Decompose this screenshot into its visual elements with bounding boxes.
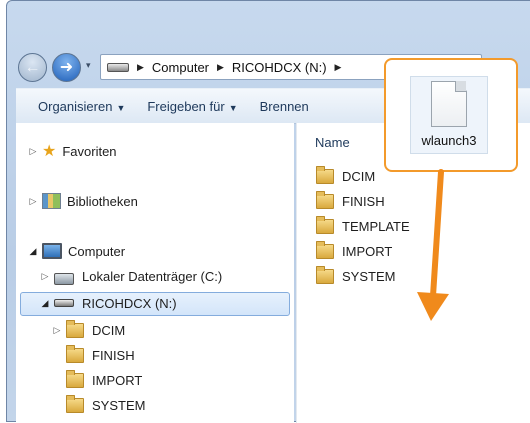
expand-icon[interactable]: ▷ (52, 325, 62, 336)
breadcrumb-separator-icon[interactable]: ▶ (335, 62, 342, 73)
chevron-down-icon: ▼ (228, 102, 238, 113)
expand-icon[interactable]: ▷ (40, 271, 50, 282)
drive-icon (107, 62, 129, 72)
list-item[interactable]: SYSTEM (316, 265, 396, 286)
dragged-file-highlight: wlaunch3 (384, 58, 518, 172)
list-item-label: SYSTEM (342, 268, 396, 284)
chevron-down-icon: ▼ (116, 102, 126, 113)
organize-menu-button[interactable]: Organisieren ▼ (38, 99, 125, 114)
library-icon (42, 193, 61, 209)
arrow-left-icon: ← (24, 58, 41, 76)
tree-item-label: Favoriten (62, 143, 117, 159)
folder-icon (66, 394, 84, 413)
expand-icon[interactable]: ▷ (28, 146, 38, 157)
folder-icon (316, 240, 334, 259)
tree-item-label: Lokaler Datenträger (C:) (82, 268, 223, 284)
folder-icon (66, 344, 84, 363)
list-item-label: DCIM (342, 168, 376, 184)
folder-icon (66, 319, 84, 338)
dragged-file-name: wlaunch3 (421, 133, 477, 148)
tree-item-ricohdcx[interactable]: ◢ RICOHDCX (N:) (40, 293, 177, 313)
breadcrumb-computer[interactable]: Computer (152, 60, 209, 75)
tree-item-finish[interactable]: FINISH (52, 344, 135, 365)
list-item[interactable]: IMPORT (316, 240, 393, 261)
folder-icon (316, 165, 334, 184)
column-header-name[interactable]: Name (315, 135, 350, 150)
organize-label: Organisieren (38, 98, 113, 114)
list-item[interactable]: FINISH (316, 190, 385, 211)
tree-item-favorites[interactable]: ▷ ★ Favoriten (28, 141, 117, 161)
tree-item-label: Computer (68, 243, 126, 259)
tree-item-label: FINISH (92, 347, 135, 363)
folder-icon (316, 215, 334, 234)
tree-item-label: RICOHDCX (N:) (82, 295, 177, 311)
list-item-label: FINISH (342, 193, 385, 209)
tree-item-label: IMPORT (92, 372, 143, 388)
folder-icon (316, 265, 334, 284)
share-label: Freigeben für (147, 98, 225, 114)
breadcrumb-drive[interactable]: RICOHDCX (N:) (232, 60, 327, 75)
list-item-label: IMPORT (342, 243, 393, 259)
tree-item-label: Bibliotheken (67, 193, 138, 209)
share-menu-button[interactable]: Freigeben für ▼ (147, 99, 237, 114)
burn-button[interactable]: Brennen (260, 99, 309, 114)
tree-item-dcim[interactable]: ▷ DCIM (52, 319, 126, 340)
list-item-label: TEMPLATE (342, 218, 410, 234)
list-item[interactable]: DCIM (316, 165, 376, 186)
arrow-right-icon: ➜ (59, 58, 74, 76)
tree-item-libraries[interactable]: ▷ Bibliotheken (28, 191, 138, 211)
list-item[interactable]: TEMPLATE (316, 215, 410, 236)
tree-item-system[interactable]: SYSTEM (52, 394, 146, 415)
collapse-icon[interactable]: ◢ (40, 298, 50, 309)
back-button[interactable]: ← (18, 53, 47, 82)
folder-icon (316, 190, 334, 209)
folder-icon (66, 369, 84, 388)
tree-item-label: SYSTEM (92, 397, 146, 413)
dragged-file[interactable]: wlaunch3 (410, 76, 488, 154)
recent-locations-dropdown[interactable]: ▾ (86, 60, 91, 71)
local-disk-icon (54, 273, 74, 285)
computer-icon (42, 243, 62, 259)
tree-item-import[interactable]: IMPORT (52, 369, 143, 390)
forward-button[interactable]: ➜ (52, 53, 81, 82)
collapse-icon[interactable]: ◢ (28, 246, 38, 257)
file-fold-icon (455, 81, 466, 92)
tree-item-label: DCIM (92, 322, 126, 338)
star-icon: ★ (42, 143, 57, 160)
breadcrumb-separator-icon[interactable]: ▶ (217, 62, 224, 73)
removable-drive-icon (54, 299, 74, 307)
tree-item-computer[interactable]: ◢ Computer (28, 241, 125, 261)
breadcrumb-separator-icon[interactable]: ▶ (137, 62, 144, 73)
expand-icon[interactable]: ▷ (28, 196, 38, 207)
tree-item-local-disk[interactable]: ▷ Lokaler Datenträger (C:) (40, 266, 222, 286)
